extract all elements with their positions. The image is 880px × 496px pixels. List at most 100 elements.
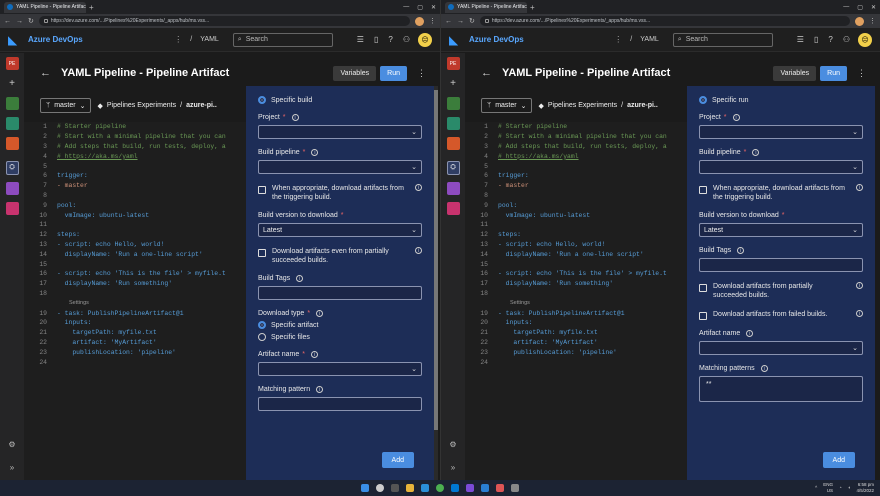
close-window-icon[interactable]: ✕	[431, 4, 436, 11]
code-line[interactable]: 10 vmImage: ubuntu-latest	[465, 210, 687, 220]
code-line[interactable]: 2 # Start with a minimal pipeline that yo…	[465, 132, 687, 142]
repos-icon[interactable]	[446, 137, 460, 150]
run-button[interactable]: Run	[820, 65, 847, 81]
azure-devops-logo-icon[interactable]: ◣	[8, 34, 20, 46]
chevron-up-icon[interactable]: ^	[815, 485, 817, 490]
code-line[interactable]: 6 trigger:	[24, 171, 246, 181]
search-input[interactable]: ⌕ Search	[232, 32, 333, 47]
add-icon[interactable]: +	[6, 77, 19, 90]
matching-pattern-input[interactable]	[258, 397, 422, 411]
build-tags-input[interactable]	[699, 258, 863, 272]
project-select[interactable]: ⌄	[699, 125, 863, 139]
boards-icon[interactable]	[446, 117, 460, 130]
expand-icon[interactable]: »	[451, 463, 455, 472]
info-icon[interactable]: i	[856, 184, 863, 191]
explorer-icon[interactable]	[406, 484, 414, 492]
info-icon[interactable]: i	[415, 184, 422, 191]
pipelines-icon[interactable]: ⛭	[446, 161, 460, 175]
code-line[interactable]: 21 targetPath: myfile.txt	[24, 328, 246, 338]
task-view-icon[interactable]	[391, 484, 399, 492]
checkbox-icon[interactable]	[699, 186, 707, 194]
chk-failed-builds[interactable]: Download artifacts from failed builds. i	[699, 310, 863, 320]
repo-project[interactable]: Pipelines Experiments	[548, 102, 617, 110]
code-lens-settings[interactable]: Settings	[24, 298, 246, 308]
help-icon[interactable]: ?	[388, 35, 392, 44]
info-icon[interactable]: i	[746, 330, 754, 337]
code-line[interactable]: 3 # Add steps that build, run tests, depl…	[24, 142, 246, 152]
new-tab-icon[interactable]: +	[530, 3, 535, 12]
more-icon[interactable]: ⋮	[614, 35, 622, 44]
project-icon[interactable]: PE	[446, 57, 460, 70]
code-line[interactable]: 18	[465, 289, 687, 299]
clock[interactable]: 6:58 pm 4/5/2022	[856, 482, 874, 493]
code-line[interactable]: 10 vmImage: ubuntu-latest	[24, 210, 246, 220]
code-line[interactable]: 17 displayName: 'Run something'	[24, 279, 246, 289]
variables-button[interactable]: Variables	[333, 65, 377, 81]
info-icon[interactable]: i	[856, 282, 863, 289]
yaml-editor[interactable]: 1 # Starter pipeline 2 # Start with a minim…	[465, 122, 687, 480]
code-line[interactable]: 3 # Add steps that build, run tests, depl…	[465, 142, 687, 152]
scrollbar-thumb[interactable]	[434, 90, 438, 430]
forward-icon[interactable]: →	[457, 18, 464, 25]
add-button[interactable]: Add	[381, 452, 414, 468]
vs-icon[interactable]	[466, 484, 474, 492]
info-icon[interactable]: i	[732, 114, 740, 121]
volume-icon[interactable]: ◖	[848, 485, 851, 490]
radio-specific-run[interactable]: Specific run	[699, 96, 863, 104]
bag-icon[interactable]: ▯	[374, 35, 378, 44]
brand-name[interactable]: Azure DevOps	[28, 35, 83, 44]
avatar[interactable]: ☹	[858, 32, 872, 47]
overview-icon[interactable]	[5, 97, 19, 110]
back-arrow-icon[interactable]: ←	[481, 67, 492, 79]
build-version-select[interactable]: Latest ⌄	[258, 223, 422, 237]
back-icon[interactable]: ←	[445, 18, 452, 25]
info-icon[interactable]: i	[316, 310, 324, 317]
branch-dropdown[interactable]: ᛘ master ⌄	[481, 98, 533, 113]
code-line[interactable]: 9 pool:	[24, 200, 246, 210]
azure-devops-logo-icon[interactable]: ◣	[449, 34, 461, 46]
code-line[interactable]: 13 - script: echo Hello, world!	[24, 240, 246, 250]
minimize-icon[interactable]: —	[843, 4, 849, 11]
new-tab-icon[interactable]: +	[89, 3, 94, 12]
repos-icon[interactable]	[5, 137, 19, 150]
start-icon[interactable]	[361, 484, 369, 492]
repo-file[interactable]: azure-pi..	[627, 102, 658, 110]
close-window-icon[interactable]: ✕	[871, 4, 876, 11]
minimize-icon[interactable]: —	[403, 4, 409, 11]
reload-icon[interactable]: ↻	[469, 17, 475, 25]
radio-specific-artifact[interactable]: Specific artifact	[258, 321, 422, 329]
chk-partially-succeeded[interactable]: Download artifacts even from partially s…	[258, 247, 422, 265]
brand-name[interactable]: Azure DevOps	[469, 35, 524, 44]
address-bar[interactable]: https://dev.azure.com/.../Pipelines%20Ex…	[38, 16, 410, 26]
repo-file[interactable]: azure-pi..	[186, 102, 217, 110]
code-line[interactable]: 24	[24, 357, 246, 367]
maximize-icon[interactable]: ▢	[857, 4, 863, 11]
code-line[interactable]: 5	[24, 161, 246, 171]
build-pipeline-select[interactable]: ⌄	[699, 160, 863, 174]
code-line[interactable]: 24	[465, 357, 687, 367]
reload-icon[interactable]: ↻	[28, 17, 34, 25]
info-icon[interactable]: i	[752, 149, 760, 156]
code-lens-settings[interactable]: Settings	[465, 298, 687, 308]
profile-icon[interactable]	[855, 16, 864, 26]
panel-scrollbar[interactable]	[434, 86, 438, 480]
info-icon[interactable]: i	[760, 365, 768, 372]
build-tags-input[interactable]	[258, 286, 422, 300]
code-line[interactable]: 8	[24, 191, 246, 201]
avatar[interactable]: ☹	[418, 32, 432, 47]
code-line[interactable]: 16 - script: echo 'This is the file' > my…	[24, 269, 246, 279]
chrome-icon[interactable]	[436, 484, 444, 492]
yaml-editor[interactable]: 1 # Starter pipeline 2 # Start with a minim…	[24, 122, 246, 480]
code-line[interactable]: 22 artifact: 'MyArtifact'	[24, 338, 246, 348]
checkbox-icon[interactable]	[699, 284, 707, 292]
back-arrow-icon[interactable]: ←	[40, 67, 51, 79]
variables-button[interactable]: Variables	[773, 65, 817, 81]
info-icon[interactable]: i	[296, 275, 304, 282]
code-line[interactable]: 23 publishLocation: 'pipeline'	[24, 347, 246, 357]
info-icon[interactable]: i	[415, 247, 422, 254]
test-plans-icon[interactable]	[446, 182, 460, 195]
code-line[interactable]: 8	[465, 191, 687, 201]
code-line[interactable]: 5	[465, 161, 687, 171]
info-icon[interactable]: i	[291, 114, 299, 121]
info-icon[interactable]: i	[737, 247, 745, 254]
